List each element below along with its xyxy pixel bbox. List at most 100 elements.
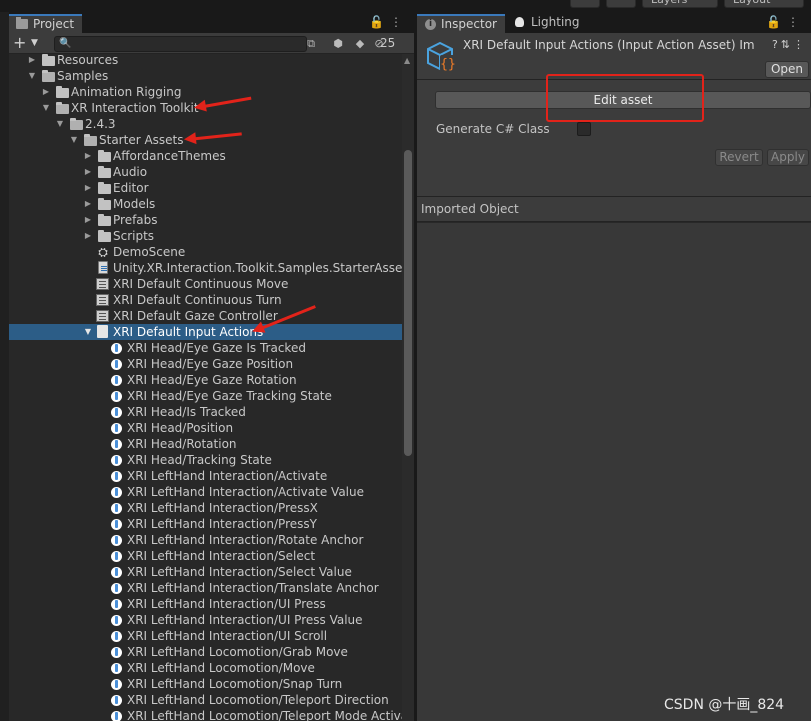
tree-item[interactable]: XRI LeftHand Locomotion/Teleport Mode Ac… xyxy=(9,708,402,721)
imported-object-header[interactable]: Imported Object xyxy=(417,197,811,222)
kebab-menu-icon[interactable]: ⋮ xyxy=(787,15,805,29)
tree-item[interactable]: ⛭ DemoScene xyxy=(9,244,402,260)
help-icon[interactable]: ? xyxy=(772,38,781,51)
tree-item-selected[interactable]: ▼ XRI Default Input Actions xyxy=(9,324,402,340)
create-button[interactable]: + ▼ xyxy=(13,35,43,52)
watermark: CSDN @十画_824 xyxy=(664,697,785,713)
lock-icon[interactable]: 🔓 xyxy=(766,15,787,29)
project-panel: Project 🔓⋮ + ▼ 🔍 ⧉ ⬢ ◆ ⊘ 25 ▶ Resources ▼… xyxy=(9,12,414,721)
tree-item[interactable]: XRI LeftHand Interaction/Activate xyxy=(9,468,402,484)
tree-item[interactable]: XRI LeftHand Locomotion/Snap Turn xyxy=(9,676,402,692)
tab-lighting[interactable]: Lighting xyxy=(507,14,588,33)
search-by-type-icon[interactable]: ⧉ xyxy=(303,36,319,51)
expand-arrow-icon[interactable]: ▶ xyxy=(83,148,93,164)
tree-item-label: XRI LeftHand Locomotion/Teleport Mode Ac… xyxy=(127,709,402,721)
asset-title: XRI Default Input Actions (Input Action … xyxy=(463,38,755,52)
annotation-highlight-box xyxy=(546,74,704,122)
collapse-arrow-icon[interactable]: ▼ xyxy=(55,116,65,132)
search-by-type-icon[interactable]: ⬢ xyxy=(330,36,346,51)
lock-icon[interactable]: 🔓 xyxy=(369,15,390,29)
tree-item-label: AffordanceThemes xyxy=(113,149,226,163)
tree-item[interactable]: ▼ Starter Assets xyxy=(9,132,402,148)
tree-item[interactable]: XRI Default Continuous Move xyxy=(9,276,402,292)
folder-icon xyxy=(98,214,111,226)
tree-item[interactable]: XRI LeftHand Interaction/PressY xyxy=(9,516,402,532)
tree-item[interactable]: XRI Head/Tracking State xyxy=(9,452,402,468)
input-action-icon xyxy=(111,519,122,530)
tree-item[interactable]: XRI Head/Position xyxy=(9,420,402,436)
tree-item[interactable]: XRI Default Continuous Turn xyxy=(9,292,402,308)
input-action-icon xyxy=(111,695,122,706)
tree-item[interactable]: XRI LeftHand Interaction/UI Press xyxy=(9,596,402,612)
label-filter-icon[interactable]: ◆ xyxy=(352,36,368,51)
tree-item-label: Prefabs xyxy=(113,213,158,227)
preset-icon xyxy=(96,278,109,290)
tree-item[interactable]: XRI LeftHand Interaction/PressX xyxy=(9,500,402,516)
tree-item[interactable]: ▶ Scripts xyxy=(9,228,402,244)
settings-sliders-icon[interactable]: ⇅ xyxy=(781,38,793,51)
expand-arrow-icon[interactable]: ▶ xyxy=(83,180,93,196)
tree-item[interactable]: XRI Head/Is Tracked xyxy=(9,404,402,420)
project-scrollbar[interactable]: ▲ xyxy=(402,54,414,721)
tree-item[interactable]: XRI LeftHand Interaction/Activate Value xyxy=(9,484,402,500)
expand-arrow-icon[interactable]: ▶ xyxy=(83,228,93,244)
tree-item[interactable]: ▶ Audio xyxy=(9,164,402,180)
tree-item-label: XRI LeftHand Interaction/UI Press xyxy=(127,597,326,611)
layout-dropdown[interactable]: Layout xyxy=(724,0,804,8)
tree-item-label: XRI LeftHand Interaction/Rotate Anchor xyxy=(127,533,364,547)
tree-item[interactable]: XRI LeftHand Locomotion/Teleport Directi… xyxy=(9,692,402,708)
tree-item[interactable]: ▶ Models xyxy=(9,196,402,212)
inspector-panel-menu[interactable]: 🔓⋮ xyxy=(766,14,805,31)
tree-item[interactable]: ▶ Animation Rigging xyxy=(9,84,402,100)
input-action-icon xyxy=(111,599,122,610)
input-action-icon xyxy=(111,423,122,434)
search-input[interactable]: 🔍 xyxy=(54,36,307,52)
tree-item[interactable]: XRI Head/Eye Gaze Tracking State xyxy=(9,388,402,404)
tree-item[interactable]: Unity.XR.Interaction.Toolkit.Samples.Sta… xyxy=(9,260,402,276)
tree-item[interactable]: XRI Head/Eye Gaze Is Tracked xyxy=(9,340,402,356)
tree-item[interactable]: XRI Default Gaze Controller xyxy=(9,308,402,324)
header-icons: ?⇅⋮ xyxy=(772,38,807,51)
generate-csharp-checkbox[interactable] xyxy=(577,122,591,136)
expand-arrow-icon[interactable]: ▶ xyxy=(27,54,37,68)
revert-button[interactable]: Revert xyxy=(715,149,763,166)
kebab-menu-icon[interactable]: ⋮ xyxy=(793,38,807,51)
open-button[interactable]: Open xyxy=(764,61,809,78)
folder-open-icon xyxy=(42,70,55,82)
tree-item[interactable]: XRI LeftHand Interaction/UI Scroll xyxy=(9,628,402,644)
scroll-up-arrow-icon[interactable]: ▲ xyxy=(404,56,410,65)
tree-item[interactable]: XRI Head/Eye Gaze Rotation xyxy=(9,372,402,388)
tab-project[interactable]: Project xyxy=(9,14,83,33)
apply-button[interactable]: Apply xyxy=(767,149,809,166)
collapse-arrow-icon[interactable]: ▼ xyxy=(27,68,37,84)
tree-item[interactable]: ▼ 2.4.3 xyxy=(9,116,402,132)
scrollbar-thumb[interactable] xyxy=(404,150,412,456)
collapse-arrow-icon[interactable]: ▼ xyxy=(83,324,93,340)
tab-inspector[interactable]: i Inspector xyxy=(417,14,505,33)
tree-item[interactable]: XRI LeftHand Interaction/Select Value xyxy=(9,564,402,580)
expand-arrow-icon[interactable]: ▶ xyxy=(83,164,93,180)
expand-arrow-icon[interactable]: ▶ xyxy=(41,84,51,100)
panel-menu[interactable]: 🔓⋮ xyxy=(369,14,408,31)
tree-item[interactable]: XRI Head/Eye Gaze Position xyxy=(9,356,402,372)
tree-item[interactable]: XRI Head/Rotation xyxy=(9,436,402,452)
tree-item[interactable]: ▶ Prefabs xyxy=(9,212,402,228)
kebab-menu-icon[interactable]: ⋮ xyxy=(390,15,408,29)
expand-arrow-icon[interactable]: ▶ xyxy=(83,196,93,212)
tree-item[interactable]: ▶ Resources xyxy=(9,54,402,68)
tree-item[interactable]: ▶ AffordanceThemes xyxy=(9,148,402,164)
history-button[interactable] xyxy=(570,0,600,8)
layers-dropdown[interactable]: Layers xyxy=(642,0,718,8)
tree-item[interactable]: XRI LeftHand Locomotion/Move xyxy=(9,660,402,676)
tree-item[interactable]: XRI LeftHand Interaction/Select xyxy=(9,548,402,564)
tree-item[interactable]: ▼ Samples xyxy=(9,68,402,84)
search-button[interactable] xyxy=(606,0,636,8)
tree-item[interactable]: XRI LeftHand Interaction/Translate Ancho… xyxy=(9,580,402,596)
tree-item[interactable]: XRI LeftHand Locomotion/Grab Move xyxy=(9,644,402,660)
tree-item[interactable]: XRI LeftHand Interaction/UI Press Value xyxy=(9,612,402,628)
tree-item[interactable]: XRI LeftHand Interaction/Rotate Anchor xyxy=(9,532,402,548)
collapse-arrow-icon[interactable]: ▼ xyxy=(41,100,51,116)
tree-item[interactable]: ▶ Editor xyxy=(9,180,402,196)
collapse-arrow-icon[interactable]: ▼ xyxy=(69,132,79,148)
expand-arrow-icon[interactable]: ▶ xyxy=(83,212,93,228)
